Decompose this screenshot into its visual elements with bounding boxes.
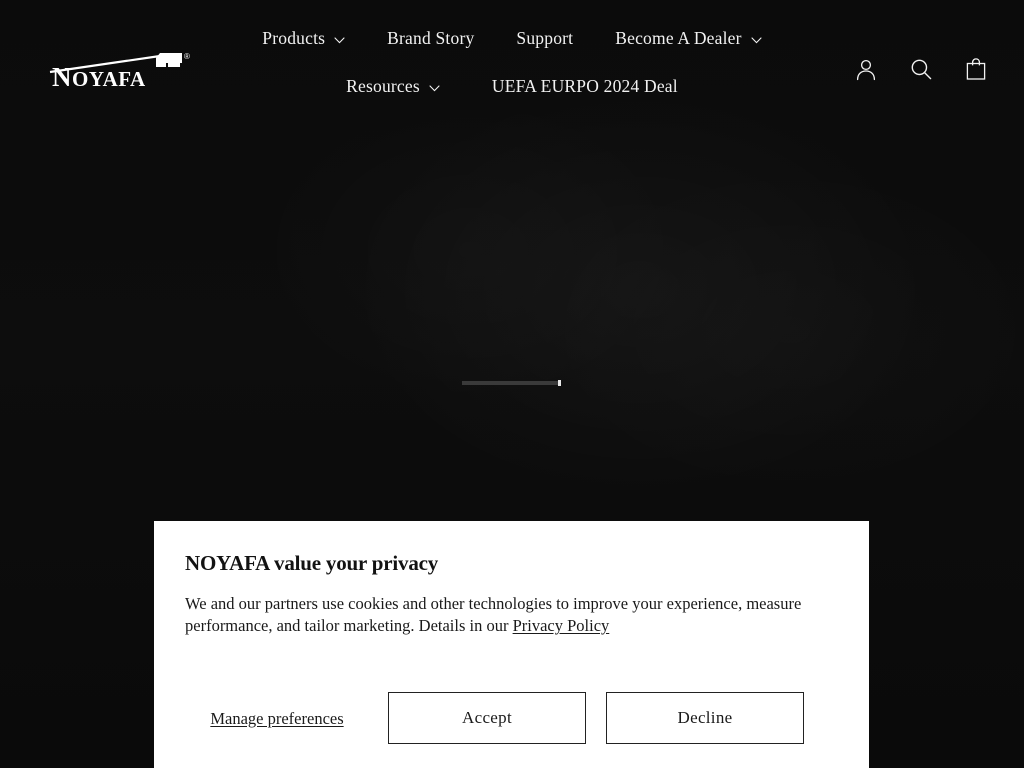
nav-item-label: Products <box>262 28 326 49</box>
nav-item-label: UEFA EURPO 2024 Deal <box>491 76 678 97</box>
manage-preferences-link[interactable]: Manage preferences <box>185 708 369 729</box>
loading-bar-head <box>558 380 561 386</box>
nav-item-label: Support <box>516 28 574 49</box>
cookie-banner-actions: Manage preferences Accept Decline <box>185 681 838 755</box>
privacy-policy-link[interactable]: Privacy Policy <box>513 616 610 635</box>
search-icon[interactable] <box>907 55 935 83</box>
header-icon-group <box>852 55 990 83</box>
chevron-down-icon <box>334 36 345 44</box>
nav-item-become-a-dealer[interactable]: Become A Dealer <box>615 28 762 49</box>
cookie-consent-banner: NOYAFA value your privacy We and our par… <box>154 521 869 768</box>
nav-item-uefa-deal[interactable]: UEFA EURPO 2024 Deal <box>492 78 678 96</box>
cookie-banner-body: We and our partners use cookies and othe… <box>185 593 825 637</box>
page-loading-bar <box>462 380 561 386</box>
nav-item-support[interactable]: Support <box>516 30 573 48</box>
site-header: NOYAFA ® Products Brand Story Support Be… <box>0 0 1024 130</box>
decline-button[interactable]: Decline <box>606 692 804 744</box>
chevron-down-icon <box>429 84 440 92</box>
cookie-banner-title: NOYAFA value your privacy <box>185 551 439 575</box>
nav-item-resources[interactable]: Resources <box>346 78 440 96</box>
chevron-down-icon <box>751 36 762 44</box>
accept-button[interactable]: Accept <box>388 692 586 744</box>
nav-item-label: Resources <box>346 76 420 97</box>
cart-icon[interactable] <box>962 55 990 83</box>
nav-item-brand-story[interactable]: Brand Story <box>387 30 474 48</box>
cookie-banner-body-text: We and our partners use cookies and othe… <box>185 594 802 636</box>
nav-item-label: Brand Story <box>387 28 475 49</box>
account-icon[interactable] <box>852 55 880 83</box>
nav-item-label: Become A Dealer <box>615 28 742 49</box>
nav-item-products[interactable]: Products <box>262 30 345 48</box>
